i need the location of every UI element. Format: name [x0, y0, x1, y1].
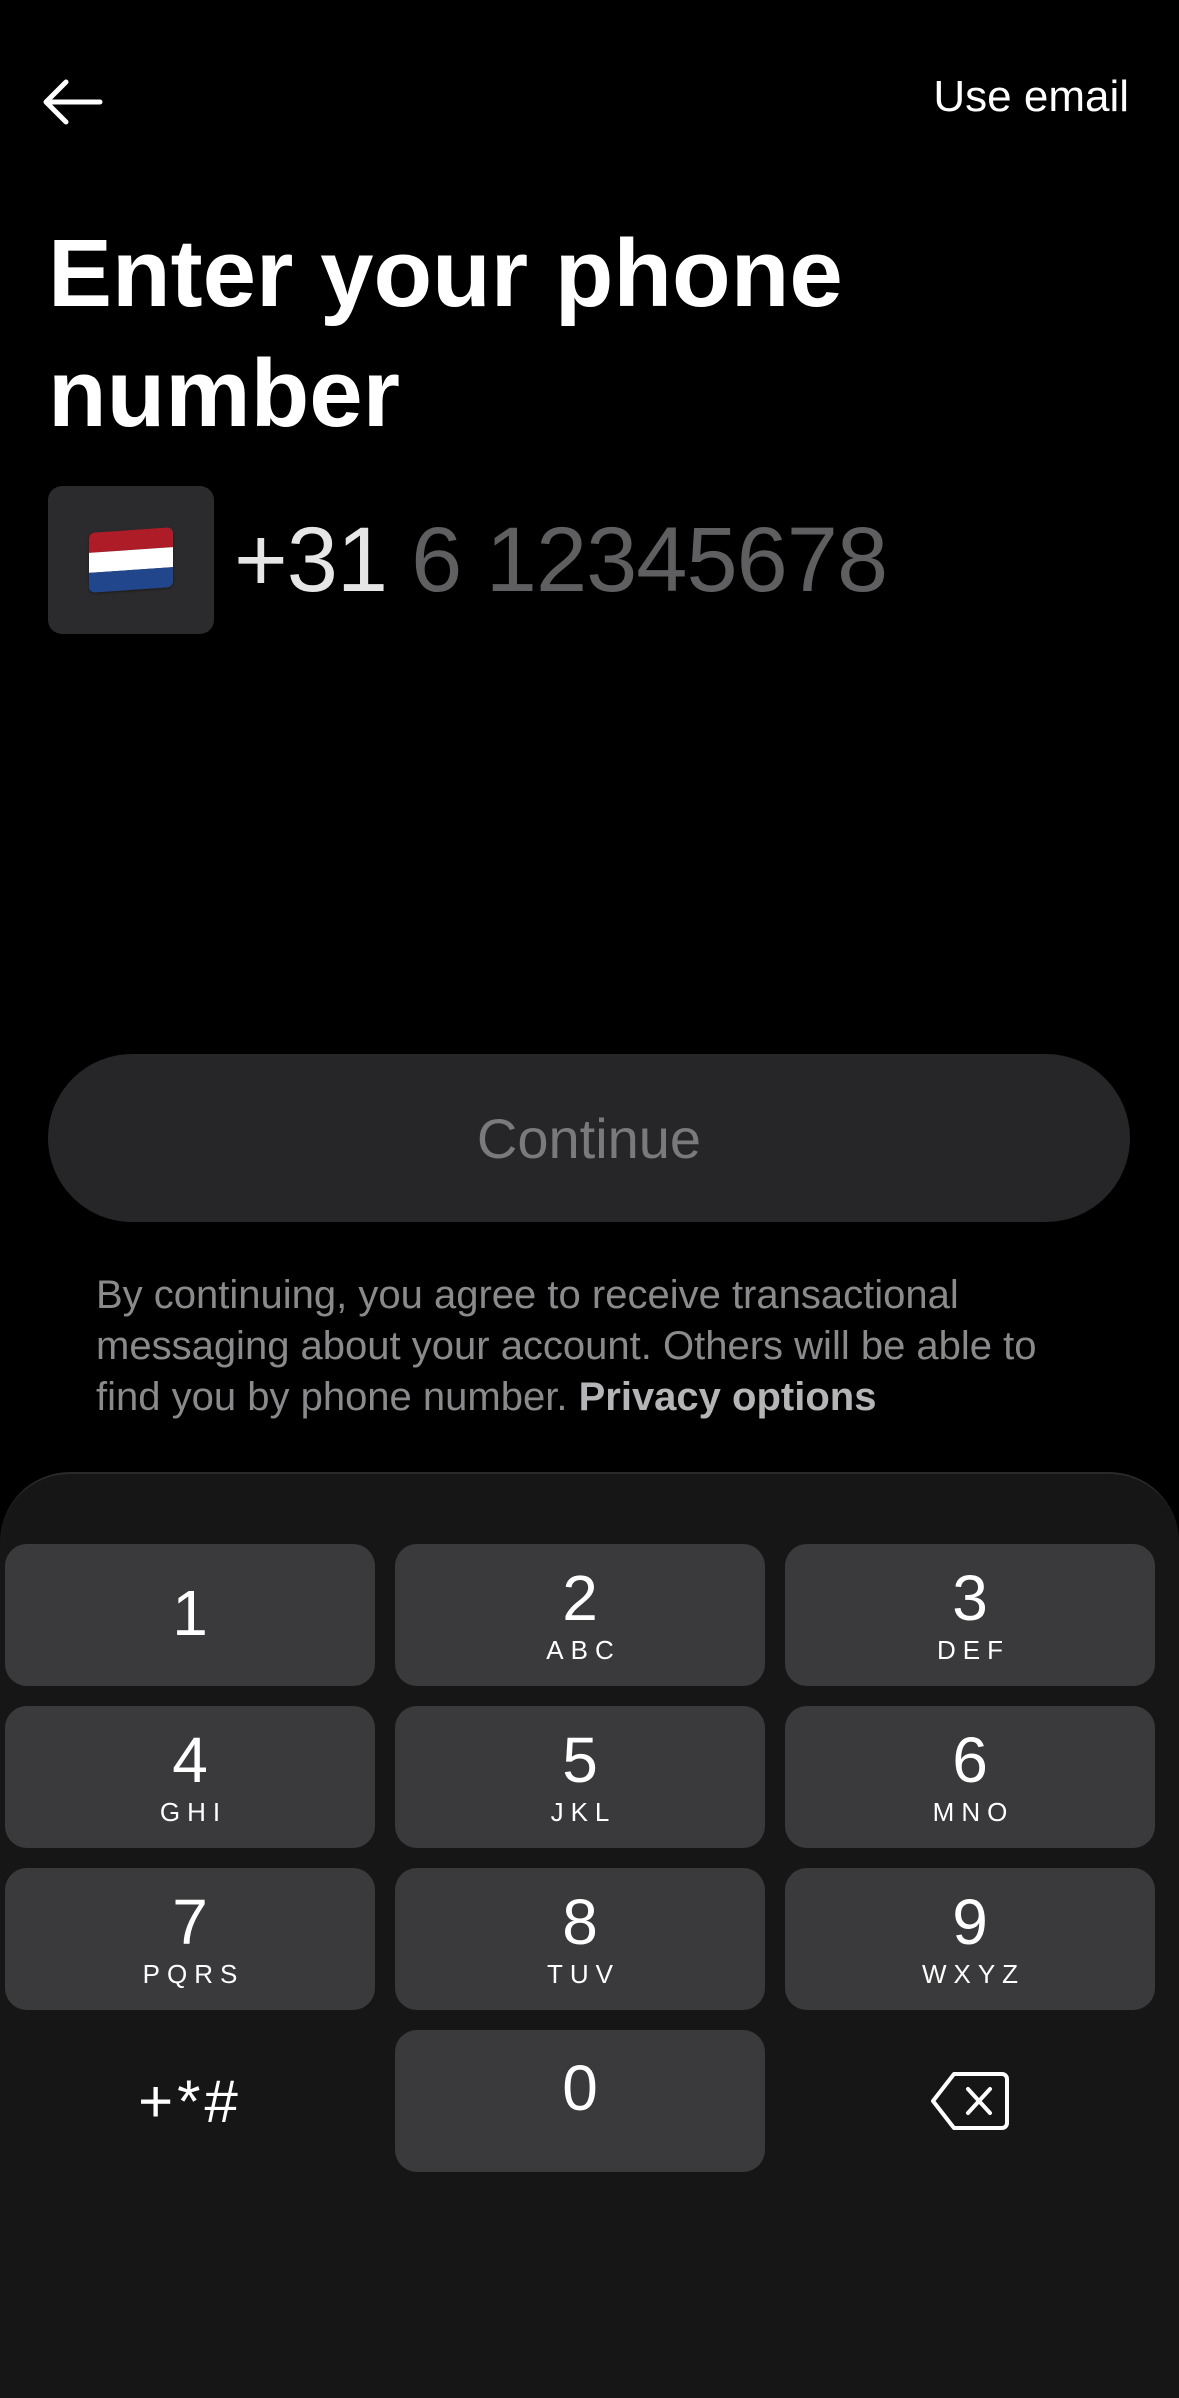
key-digit: 9: [952, 1885, 988, 1958]
key-1[interactable]: 1: [5, 1544, 375, 1686]
key-letters: PQRS: [142, 1958, 245, 1989]
key-letters: ABC: [546, 1634, 621, 1665]
key-digit: 6: [952, 1723, 988, 1796]
privacy-options-link[interactable]: Privacy options: [579, 1375, 877, 1419]
key-digit: 7: [172, 1885, 208, 1958]
phone-input-row: +31: [48, 486, 972, 634]
continue-button[interactable]: Continue: [48, 1054, 1130, 1222]
key-letters: WXYZ: [921, 1958, 1026, 1989]
key-3[interactable]: 3 DEF: [785, 1544, 1155, 1686]
terms-body: By continuing, you agree to receive tran…: [96, 1273, 1037, 1419]
backspace-button[interactable]: [785, 2030, 1155, 2172]
symbols-label: +*#: [138, 2067, 242, 2135]
arrow-left-icon: [43, 79, 103, 125]
back-button[interactable]: [40, 62, 130, 142]
backspace-icon: [931, 2072, 1009, 2130]
key-digit: 4: [172, 1723, 208, 1796]
key-9[interactable]: 9 WXYZ: [785, 1868, 1155, 2010]
key-letters: TUV: [547, 1958, 620, 1989]
page-title: Enter your phone number: [48, 220, 843, 447]
terms-text: By continuing, you agree to receive tran…: [96, 1270, 1096, 1423]
key-digit: 5: [562, 1723, 598, 1796]
top-bar: Use email: [0, 0, 1179, 200]
key-6[interactable]: 6 MNO: [785, 1706, 1155, 1848]
key-digit: 8: [562, 1885, 598, 1958]
key-letters: JKL: [550, 1796, 617, 1827]
key-4[interactable]: 4 GHI: [5, 1706, 375, 1848]
key-digit: 1: [172, 1577, 208, 1649]
key-digit: 2: [562, 1561, 598, 1634]
key-letters: GHI: [159, 1796, 228, 1827]
key-letters: MNO: [932, 1796, 1015, 1827]
numeric-keypad: 1 2 ABC 3 DEF 4 GHI 5 JKL 6 MNO 7 PQRS 8…: [0, 1472, 1179, 2398]
netherlands-flag-icon: [89, 527, 173, 593]
country-picker-button[interactable]: [48, 486, 214, 634]
key-symbols[interactable]: +*#: [5, 2030, 375, 2172]
key-5[interactable]: 5 JKL: [395, 1706, 765, 1848]
key-digit: 0: [562, 2052, 598, 2124]
phone-number-input[interactable]: [411, 507, 972, 613]
country-code: +31: [234, 508, 388, 611]
key-digit: 3: [952, 1561, 988, 1634]
key-2[interactable]: 2 ABC: [395, 1544, 765, 1686]
key-letters: DEF: [937, 1634, 1010, 1665]
use-email-link[interactable]: Use email: [933, 72, 1129, 122]
key-0[interactable]: 0: [395, 2030, 765, 2172]
key-8[interactable]: 8 TUV: [395, 1868, 765, 2010]
key-7[interactable]: 7 PQRS: [5, 1868, 375, 2010]
